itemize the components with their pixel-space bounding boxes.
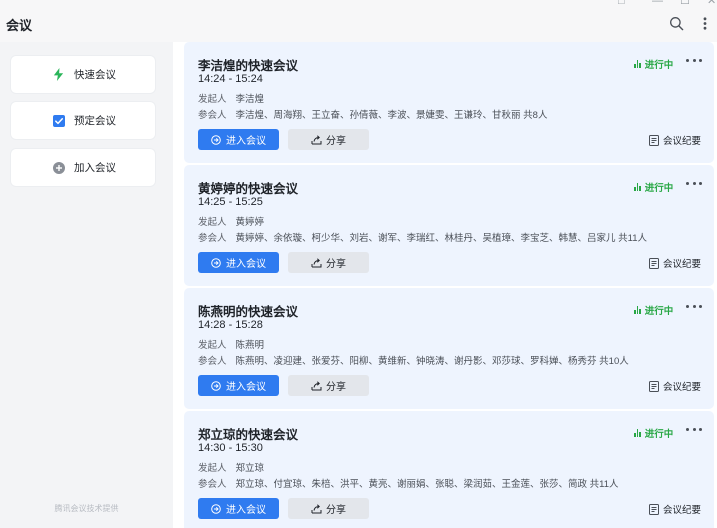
participants-label: 参会人 [198,110,227,121]
audio-bars-icon [634,429,642,437]
more-menu-icon[interactable] [696,14,714,32]
schedule-meeting-button[interactable]: 预定会议 [11,102,155,139]
meeting-list[interactable]: 李洁煌的快速会议 14:24 - 15:24 发起人 李洁煌 参会人 李洁煌、周海翔… [173,42,717,528]
meeting-card[interactable]: 黄婷婷的快速会议 14:25 - 15:25 发起人 黄婷婷 参会人 黄婷婷、余依璇… [184,165,714,286]
meeting-minutes-link[interactable]: 会议纪要 [649,502,701,516]
participants-list: 郑立琼、付宜琼、朱棓、洪平、黄亮、谢丽娟、张聪、梁润茹、王金莲、张莎、简政 共1… [235,479,619,490]
plus-circle-icon [52,161,65,174]
participants-label: 参会人 [198,233,227,244]
participants-list: 陈燕明、凌迎建、张爱芬、阳柳、黄维新、钟晓涛、谢丹影、邓莎球、罗科婵、杨秀芬 共… [235,356,629,367]
search-icon[interactable] [667,14,685,32]
host-label: 发起人 [198,94,227,105]
host-name: 黄婷婷 [235,217,265,228]
enter-meeting-button[interactable]: 进入会议 [198,129,279,150]
participants-row: 参会人 李洁煌、周海翔、王立奋、孙倩薇、李波、景婕雯、王谦玲、甘秋丽 共8人 [198,107,547,121]
participants-label: 参会人 [198,356,227,367]
meeting-title: 陈燕明的快速会议 [198,305,299,319]
participants-label: 参会人 [198,479,227,490]
host-label: 发起人 [198,340,227,351]
close-icon[interactable]: ✕ [707,0,716,7]
maximize-icon[interactable]: ☐ [680,0,690,7]
meeting-minutes-link[interactable]: 会议纪要 [649,133,701,147]
host-row: 发起人 郑立琼 [198,460,264,474]
document-icon [649,257,659,269]
more-options-icon[interactable] [686,178,702,188]
page-title: 会议 [6,18,33,33]
audio-bars-icon [634,183,642,191]
restore-window-icon[interactable]: □ [618,0,625,7]
status-badge: 进行中 [634,180,673,194]
share-icon [311,503,322,514]
share-button[interactable]: 分享 [288,498,369,519]
meeting-time: 14:30 - 15:30 [198,442,263,454]
quick-meeting-button[interactable]: 快速会议 [11,56,155,93]
join-meeting-button[interactable]: 加入会议 [11,149,155,186]
participants-row: 参会人 黄婷婷、余依璇、柯少华、刘岩、谢军、李瑞红、林桂丹、吴植璋、李宝芝、韩慧、… [198,230,647,244]
sidebar-item-label: 预定会议 [74,115,116,127]
meeting-time: 14:25 - 15:25 [198,196,263,208]
meeting-time: 14:24 - 15:24 [198,73,263,85]
meeting-card[interactable]: 陈燕明的快速会议 14:28 - 15:28 发起人 陈燕明 参会人 陈燕明、凌迎建… [184,288,714,409]
host-name: 郑立琼 [235,463,265,474]
document-icon [649,503,659,515]
meeting-title: 李洁煌的快速会议 [198,59,299,73]
document-icon [649,134,659,146]
participants-row: 参会人 郑立琼、付宜琼、朱棓、洪平、黄亮、谢丽娟、张聪、梁润茹、王金莲、张莎、简政… [198,476,619,490]
participants-row: 参会人 陈燕明、凌迎建、张爱芬、阳柳、黄维新、钟晓涛、谢丹影、邓莎球、罗科婵、杨秀… [198,353,629,367]
enter-arrow-icon [211,257,221,268]
more-options-icon[interactable] [686,424,702,434]
audio-bars-icon [634,306,642,314]
title-bar: □ — ☐ ✕ 会议 [0,0,717,42]
more-options-icon[interactable] [686,55,702,65]
share-button[interactable]: 分享 [288,129,369,150]
status-badge: 进行中 [634,57,673,71]
participants-list: 李洁煌、周海翔、王立奋、孙倩薇、李波、景婕雯、王谦玲、甘秋丽 共8人 [235,110,548,121]
host-row: 发起人 陈燕明 [198,337,264,351]
meeting-card[interactable]: 李洁煌的快速会议 14:24 - 15:24 发起人 李洁煌 参会人 李洁煌、周海翔… [184,42,714,163]
share-icon [311,257,322,268]
audio-bars-icon [634,60,642,68]
enter-meeting-button[interactable]: 进入会议 [198,252,279,273]
status-badge: 进行中 [634,426,673,440]
meeting-minutes-link[interactable]: 会议纪要 [649,256,701,270]
enter-arrow-icon [211,503,221,514]
enter-meeting-button[interactable]: 进入会议 [198,498,279,519]
meeting-time: 14:28 - 15:28 [198,319,263,331]
minimize-icon[interactable]: — [652,0,663,7]
host-label: 发起人 [198,463,227,474]
enter-arrow-icon [211,134,221,145]
share-button[interactable]: 分享 [288,375,369,396]
enter-arrow-icon [211,380,221,391]
participants-list: 黄婷婷、余依璇、柯少华、刘岩、谢军、李瑞红、林桂丹、吴植璋、李宝芝、韩慧、吕家儿… [235,233,648,244]
host-name: 李洁煌 [235,94,265,105]
sidebar: 快速会议 预定会议 加入会议 [0,42,173,528]
share-icon [311,380,322,391]
sidebar-item-label: 加入会议 [74,162,116,174]
status-badge: 进行中 [634,303,673,317]
meeting-title: 黄婷婷的快速会议 [198,182,299,196]
meeting-title: 郑立琼的快速会议 [198,428,299,442]
host-name: 陈燕明 [235,340,265,351]
enter-meeting-button[interactable]: 进入会议 [198,375,279,396]
host-row: 发起人 黄婷婷 [198,214,264,228]
host-label: 发起人 [198,217,227,228]
meeting-minutes-link[interactable]: 会议纪要 [649,379,701,393]
share-icon [311,134,322,145]
checkbox-icon [52,114,65,127]
host-row: 发起人 李洁煌 [198,91,264,105]
share-button[interactable]: 分享 [288,252,369,273]
provider-footer: 腾讯会议技术提供 [54,504,119,513]
lightning-icon [52,68,65,81]
meeting-card[interactable]: 郑立琼的快速会议 14:30 - 15:30 发起人 郑立琼 参会人 郑立琼、付宜琼… [184,411,714,528]
more-options-icon[interactable] [686,301,702,311]
sidebar-item-label: 快速会议 [74,69,116,81]
document-icon [649,380,659,392]
